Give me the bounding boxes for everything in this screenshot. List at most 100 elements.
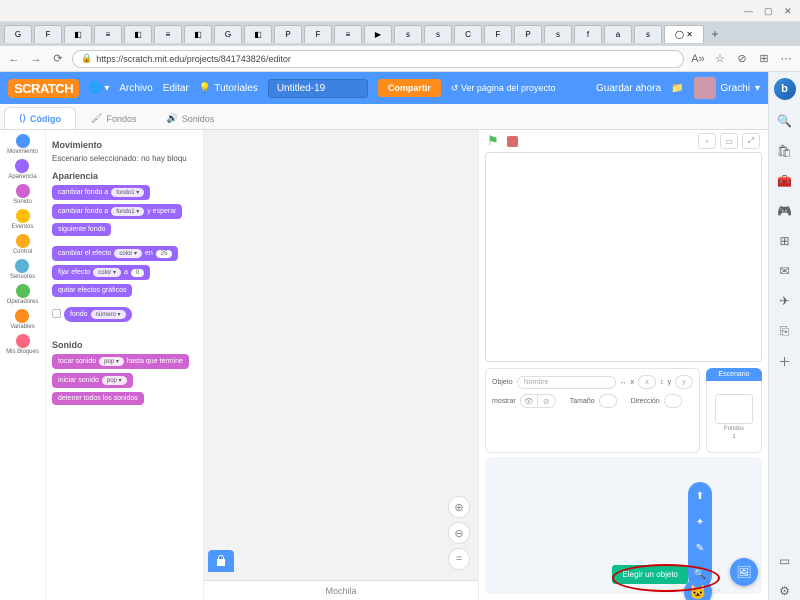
user-menu[interactable]: Grachi ▾ [694,77,760,99]
show-icon[interactable]: 👁 [520,394,538,408]
forward-button[interactable]: → [28,51,44,67]
save-now[interactable]: Guardar ahora [596,83,661,94]
folder-icon[interactable]: 📁 [671,83,683,94]
cat-eventos[interactable]: Eventos [12,209,34,230]
collections-icon[interactable]: ⊞ [756,51,772,67]
globe-icon[interactable]: 🌐 ▾ [89,83,109,94]
cat-movimiento[interactable]: Movimiento [7,134,38,155]
stage-large-button[interactable]: ▭ [720,133,738,149]
browser-tab[interactable]: ≡ [154,25,182,43]
browser-tab[interactable]: F [304,25,332,43]
project-title-input[interactable] [268,79,368,98]
browser-tab[interactable]: F [34,25,62,43]
stage-thumbnail[interactable] [715,394,753,424]
browser-tab[interactable]: s [544,25,572,43]
outlook-icon[interactable]: ✉ [776,262,794,280]
tab-fondos[interactable]: 🖌Fondos [76,107,151,129]
share-button[interactable]: Compartir [378,79,441,97]
zoom-in-button[interactable]: ⊕ [448,496,470,518]
project-page-link[interactable]: ↺ Ver página del proyecto [451,83,556,94]
block-tocar-sonido[interactable]: tocar sonidopop ▾hasta que termine [52,354,189,369]
browser-tab[interactable]: ◧ [64,25,92,43]
add-icon[interactable]: ＋ [776,352,794,370]
browser-tab[interactable]: ▶ [364,25,392,43]
browser-tab[interactable]: ≡ [94,25,122,43]
paint-sprite-icon[interactable]: ✎ [690,538,710,558]
zoom-reset-button[interactable]: = [448,548,470,570]
browser-tab[interactable]: s [634,25,662,43]
visibility-toggle[interactable]: 👁 ⊘ [520,394,556,408]
bing-chat-icon[interactable]: b [774,78,796,100]
sprite-size-input[interactable] [599,394,617,408]
browser-tab[interactable]: G [214,25,242,43]
back-button[interactable]: ← [6,51,22,67]
cat-apariencia[interactable]: Apariencia [8,159,36,180]
tab-codigo[interactable]: ⟨⟩Código [4,107,76,129]
os-max-icon[interactable]: ▢ [764,6,774,16]
block-fondo-numero[interactable]: fondonúmero ▾ [64,307,132,322]
games-icon[interactable]: 🎮 [776,202,794,220]
shopping-icon[interactable]: 🛍 [776,142,794,160]
os-close-icon[interactable]: ✕ [784,6,794,16]
add-sprite-fab[interactable]: 🐱 [684,578,712,600]
browser-tab[interactable]: ◧ [124,25,152,43]
favorite-icon[interactable]: ☆ [712,51,728,67]
cat-operadores[interactable]: Operadores [7,284,39,305]
sidebar-collapse-icon[interactable]: ▭ [776,552,794,570]
stage-selector[interactable]: Escenario Fondos 1 [706,368,762,453]
stage-canvas[interactable] [485,152,762,362]
cat-misbloques[interactable]: Mis Bloques [6,334,39,355]
cat-control[interactable]: Control [13,234,32,255]
browser-tab-active[interactable]: ◯ ✕ [664,25,704,43]
block-siguiente-fondo[interactable]: siguiente fondo [52,223,111,236]
send-icon[interactable]: ✈ [776,292,794,310]
menu-icon[interactable]: ⋯ [778,51,794,67]
office-icon[interactable]: ⊞ [776,232,794,250]
block-cambiar-fondo-esperar[interactable]: cambiar fondo afondo1 ▾y esperar [52,204,182,219]
cat-sonido[interactable]: Sonido [13,184,32,205]
browser-tab[interactable]: ◧ [244,25,272,43]
stage-small-button[interactable]: ▫ [698,133,716,149]
browser-tab[interactable]: P [514,25,542,43]
browser-tab[interactable]: ≡ [334,25,362,43]
refresh-button[interactable]: ⟳ [50,51,66,67]
address-bar[interactable]: 🔒 https://scratch.mit.edu/projects/84174… [72,50,684,68]
menu-editar[interactable]: Editar [163,83,189,94]
browser-tab[interactable]: f [574,25,602,43]
backpack-toggle[interactable] [208,550,234,572]
sprite-x-input[interactable]: x [638,375,656,389]
os-min-icon[interactable]: — [744,6,754,16]
menu-archivo[interactable]: Archivo [119,83,152,94]
browser-tab[interactable]: G [4,25,32,43]
upload-sprite-icon[interactable]: ⬆ [690,486,710,506]
surprise-sprite-icon[interactable]: ✦ [690,512,710,532]
sprite-y-input[interactable]: y [675,375,693,389]
script-workspace[interactable]: ⊕ ⊖ = Mochila [204,130,478,600]
block-cambiar-efecto[interactable]: cambiar el efectocolor ▾en25 [52,246,178,261]
read-aloud-icon[interactable]: A» [690,51,706,67]
sprite-dir-input[interactable] [664,394,682,408]
browser-tab[interactable]: s [424,25,452,43]
browser-tab[interactable]: ◧ [184,25,212,43]
sync-icon[interactable]: ⊘ [734,51,750,67]
browser-tab[interactable]: a [604,25,632,43]
settings-icon[interactable]: ⚙ [776,582,794,600]
browser-tab[interactable]: P [274,25,302,43]
green-flag-icon[interactable]: ⚑ [487,133,499,149]
browser-tab[interactable]: F [484,25,512,43]
block-fijar-efecto[interactable]: fijar efectocolor ▾a0 [52,265,150,280]
block-cambiar-fondo[interactable]: cambiar fondo afondo1 ▾ [52,185,150,200]
reporter-checkbox[interactable] [52,309,61,318]
browser-tab[interactable]: s [394,25,422,43]
drop-icon[interactable]: ⎘ [776,322,794,340]
menu-tutoriales[interactable]: 💡Tutoriales [199,83,258,94]
stage-full-button[interactable]: ⤢ [742,133,760,149]
mochila-bar[interactable]: Mochila [204,580,478,600]
stop-icon[interactable] [507,136,518,147]
search-icon[interactable]: 🔍 [776,112,794,130]
zoom-out-button[interactable]: ⊖ [448,522,470,544]
block-quitar-efectos[interactable]: quitar efectos gráficos [52,284,132,297]
hide-icon[interactable]: ⊘ [538,394,556,408]
tab-sonidos[interactable]: 🔊Sonidos [152,107,230,129]
new-tab-button[interactable]: + [706,27,724,41]
